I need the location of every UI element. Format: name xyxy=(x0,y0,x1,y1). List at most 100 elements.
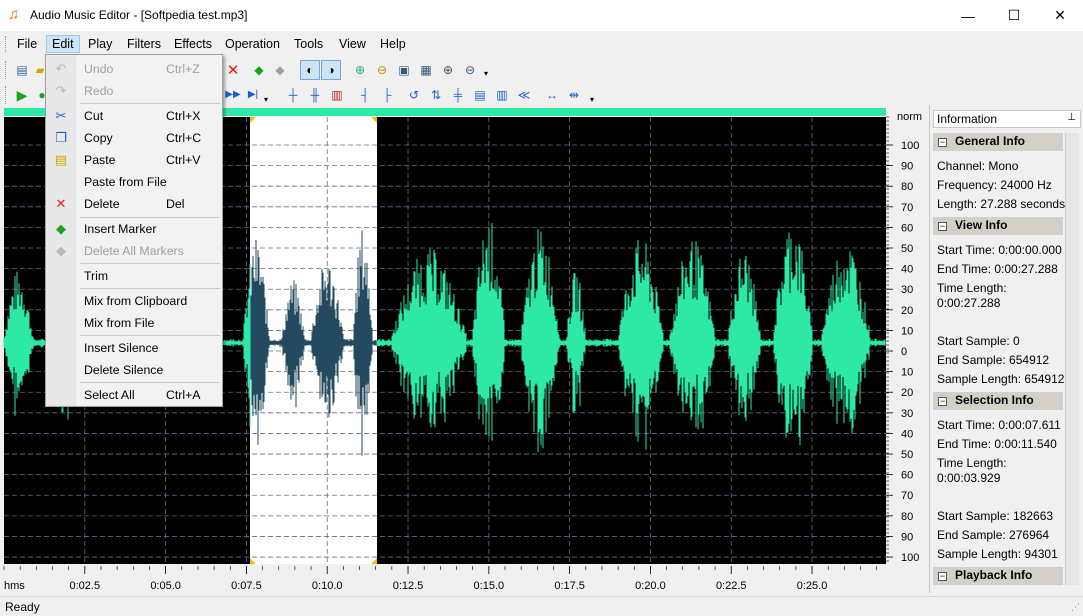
pin-icon[interactable]: ⊥ xyxy=(1067,112,1076,123)
shortcut-copy: Ctrl+C xyxy=(166,131,202,145)
new-file-icon[interactable]: ▤ xyxy=(13,61,31,79)
align-left-icon[interactable]: ┤ xyxy=(356,86,374,104)
menu-item-trim[interactable]: Trim xyxy=(84,269,108,283)
window-title: Audio Music Editor - [Softpedia test.mp3… xyxy=(30,8,248,22)
menu-item-mix-from-file[interactable]: Mix from File xyxy=(84,316,154,330)
zoom-vertical-in-icon[interactable]: ⊕ xyxy=(439,61,457,79)
menu-edit[interactable]: Edit xyxy=(46,35,80,53)
norm-label: norm xyxy=(897,111,922,123)
collapse-icon[interactable]: − xyxy=(938,138,947,147)
amplitude-tick-label: 50 xyxy=(901,449,913,461)
time-ruler xyxy=(0,566,929,592)
menu-item-mix-from-clipboard[interactable]: Mix from Clipboard xyxy=(84,294,187,308)
zoom-in-icon[interactable]: ⊕ xyxy=(351,61,369,79)
selection-end-time: End Time: 0:00:11.540 xyxy=(937,437,1057,451)
stretch-icon[interactable]: ↔ xyxy=(543,86,561,104)
menu-item-delete-all-markers[interactable]: Delete All Markers xyxy=(84,244,184,258)
menu-item-paste-from-file[interactable]: Paste from File xyxy=(84,175,167,189)
maximize-button[interactable]: ☐ xyxy=(991,0,1037,31)
zoom-out-icon[interactable]: ⊖ xyxy=(373,61,391,79)
normalize-icon[interactable]: ╪ xyxy=(449,86,467,104)
menu-item-undo[interactable]: Undo xyxy=(84,62,113,76)
paste-icon: ▤ xyxy=(54,152,68,167)
shrink-icon[interactable]: ⇹ xyxy=(565,86,583,104)
amplitude-tick-label: 100 xyxy=(901,140,919,152)
skip-forward-icon[interactable]: ▶▶ xyxy=(224,86,242,104)
amplitude-tick-label: 90 xyxy=(901,531,913,543)
levels-icon[interactable]: ▥ xyxy=(328,86,346,104)
menu-item-redo[interactable]: Redo xyxy=(84,84,113,98)
menu-help[interactable]: Help xyxy=(380,35,406,53)
close-button[interactable]: ✕ xyxy=(1037,0,1083,31)
menu-play[interactable]: Play xyxy=(88,35,112,53)
amplitude-tick-label: 0 xyxy=(901,346,907,358)
skip-end-icon[interactable]: ▶| xyxy=(244,86,262,104)
amplitude-tick-label: 40 xyxy=(901,264,913,276)
menu-item-insert-silence[interactable]: Insert Silence xyxy=(84,341,159,355)
view-time-length-label: Time Length: xyxy=(937,281,1007,295)
amplitude-tick-label: 40 xyxy=(901,428,913,440)
status-bar: Ready ⋰ xyxy=(0,596,1083,616)
info-scrollbar[interactable] xyxy=(1065,133,1079,585)
selection-time-length-value: 0:00:03.929 xyxy=(937,471,1001,485)
insert-marker-icon[interactable]: ◆ xyxy=(250,61,268,79)
resize-grip-icon[interactable]: ⋰ xyxy=(1071,602,1080,613)
spectrum-view-icon[interactable]: ╫ xyxy=(306,86,324,104)
menu-item-paste[interactable]: Paste xyxy=(84,153,115,167)
menu-item-delete[interactable]: Delete xyxy=(84,197,120,211)
delete-markers-icon: ◆ xyxy=(56,243,66,258)
toolbar-overflow-icon[interactable]: ▾ xyxy=(590,95,594,104)
minimize-button[interactable]: — xyxy=(945,0,991,31)
zoom-vertical-out-icon[interactable]: ⊖ xyxy=(461,61,479,79)
menu-item-select-all[interactable]: Select All xyxy=(84,388,135,402)
collapse-icon[interactable]: − xyxy=(938,222,947,231)
menu-separator xyxy=(80,217,220,218)
fade-icon[interactable]: ≪ xyxy=(515,86,533,104)
selection-info-header[interactable]: − Selection Info xyxy=(933,392,1063,410)
invert-icon[interactable]: ⇅ xyxy=(427,86,445,104)
menu-file[interactable]: File xyxy=(17,35,37,53)
menu-item-copy[interactable]: Copy xyxy=(84,131,113,145)
play-icon[interactable]: ▶ xyxy=(13,86,31,104)
collapse-icon[interactable]: − xyxy=(938,397,947,406)
menu-view[interactable]: View xyxy=(339,35,366,53)
loop-mode-button[interactable]: ◑ xyxy=(321,60,341,80)
delete-markers-icon[interactable]: ◆ xyxy=(271,61,289,79)
echo-icon[interactable]: ▥ xyxy=(493,86,511,104)
collapse-icon[interactable]: − xyxy=(938,572,947,581)
menu-effects[interactable]: Effects xyxy=(174,35,212,53)
zoom-selection-icon[interactable]: ▦ xyxy=(417,61,435,79)
zoom-fit-icon[interactable]: ▣ xyxy=(395,61,413,79)
view-time-length-value: 0:00:27.288 xyxy=(937,296,1001,310)
shortcut-cut: Ctrl+X xyxy=(166,109,201,123)
menu-item-cut[interactable]: Cut xyxy=(84,109,103,123)
information-panel: Information ⊥ − General Info Channel: Mon… xyxy=(929,105,1083,593)
menu-separator xyxy=(80,103,220,104)
play-mode-button[interactable]: ◐ xyxy=(300,60,320,80)
playback-info-header[interactable]: − Playback Info xyxy=(933,567,1063,585)
general-info-header[interactable]: − General Info xyxy=(933,133,1063,151)
menu-filters[interactable]: Filters xyxy=(127,35,161,53)
amplitude-tick-label: 60 xyxy=(901,222,913,234)
time-tick-label: 0:07.5 xyxy=(231,580,262,592)
view-start-time: Start Time: 0:00:00.000 xyxy=(937,243,1062,257)
time-tick-label: 0:05.0 xyxy=(150,580,181,592)
menu-item-delete-silence[interactable]: Delete Silence xyxy=(84,363,163,377)
menu-item-insert-marker[interactable]: Insert Marker xyxy=(84,222,156,236)
amplitude-tick-label: 70 xyxy=(901,202,913,214)
toolbar-overflow-icon[interactable]: ▾ xyxy=(264,95,268,104)
align-right-icon[interactable]: ├ xyxy=(378,86,396,104)
selection-end-sample: End Sample: 276964 xyxy=(937,528,1050,542)
menu-operation[interactable]: Operation xyxy=(225,35,280,53)
amplify-icon[interactable]: ▤ xyxy=(471,86,489,104)
reverse-icon[interactable]: ↺ xyxy=(405,86,423,104)
menu-tools[interactable]: Tools xyxy=(294,35,323,53)
amplitude-tick-label: 80 xyxy=(901,181,913,193)
delete-x-icon[interactable]: ✕ xyxy=(224,61,242,79)
shortcut-delete: Del xyxy=(166,197,185,211)
redo-icon: ↷ xyxy=(55,83,67,98)
view-start-sample: Start Sample: 0 xyxy=(937,334,1020,348)
wave-view-icon[interactable]: ┼ xyxy=(284,86,302,104)
view-info-header[interactable]: − View Info xyxy=(933,217,1063,235)
toolbar-overflow-icon[interactable]: ▾ xyxy=(484,69,488,78)
